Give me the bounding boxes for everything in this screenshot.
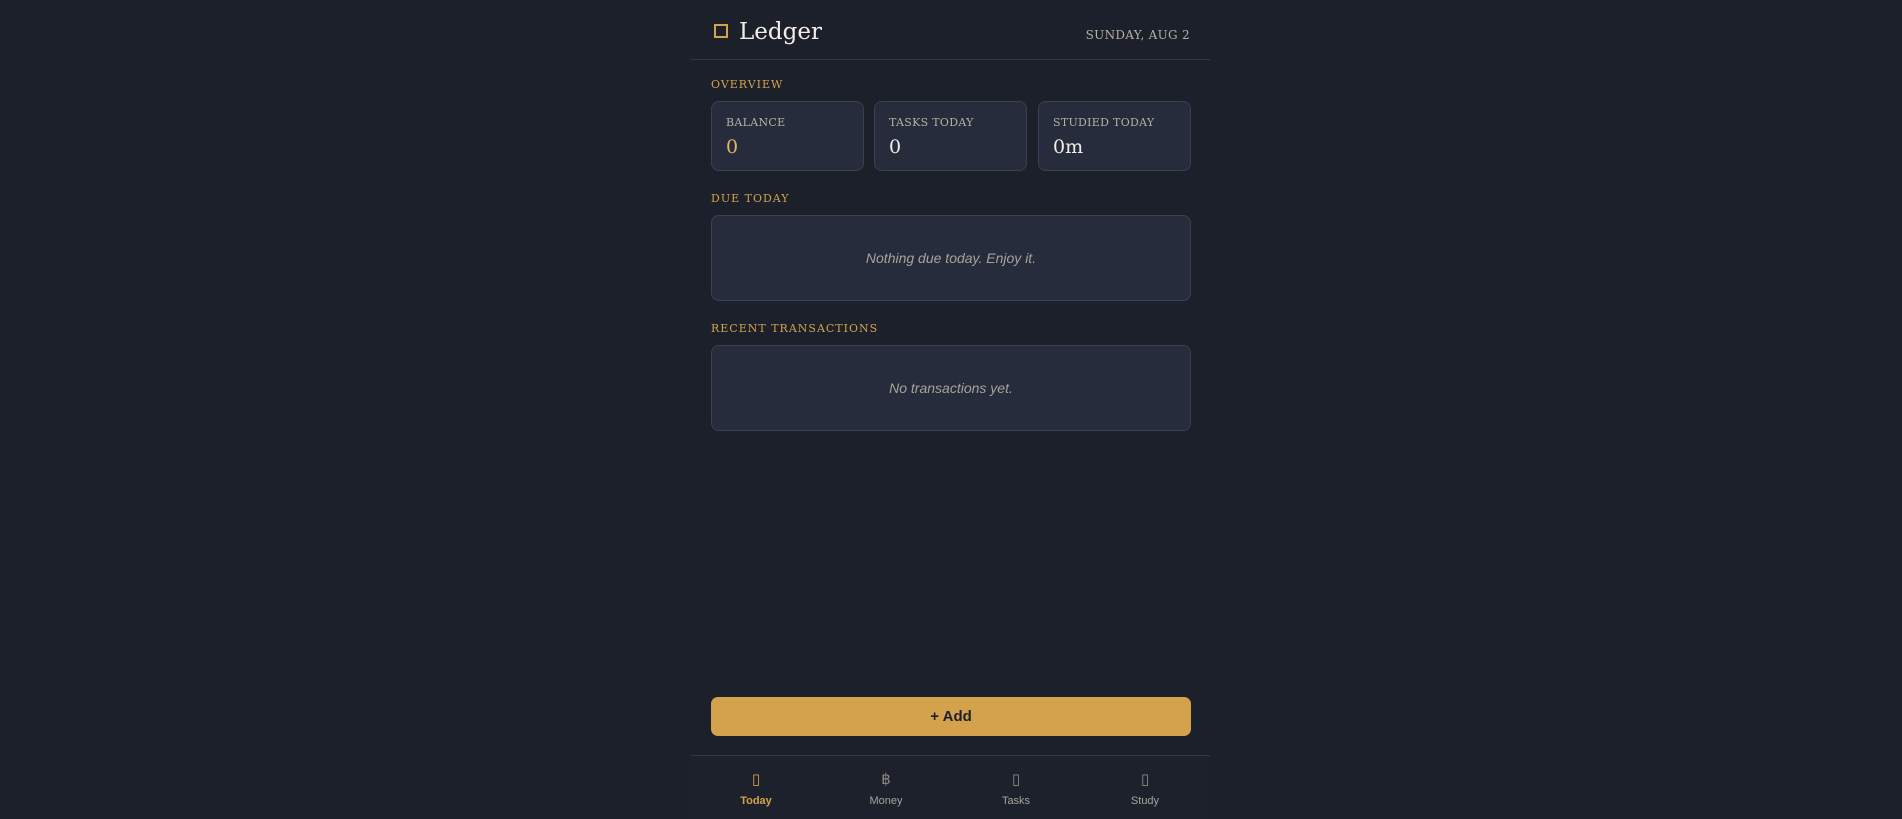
overview-heading: OVERVIEW [711,78,784,91]
due-today-empty-message: Nothing due today. Enjoy it. [865,250,1037,266]
currency-icon: ฿ [881,770,891,788]
recent-transactions-heading: RECENT TRANSACTIONS [711,322,879,335]
bottom-nav: ▯ Today ฿ Money ▯ Tasks ▯ Study [691,755,1210,819]
logo-square-icon [714,24,728,38]
add-button[interactable]: + Add [711,697,1191,736]
recent-transactions-panel: No transactions yet. [711,345,1191,431]
current-date: SUNDAY, AUG 2 [1085,28,1190,42]
stat-card-tasks-today: TASKS TODAY 0 [874,101,1027,171]
transactions-empty-message: No transactions yet. [889,380,1013,396]
nav-item-money[interactable]: ฿ Money [821,756,951,819]
app-container: Ledger SUNDAY, AUG 2 OVERVIEW BALANCE 0 … [691,0,1210,819]
nav-label: Study [1130,795,1160,807]
stat-card-studied-today: STUDIED TODAY 0m [1038,101,1191,171]
stat-label: BALANCE [726,116,786,129]
stat-value: 0 [726,136,739,158]
book-icon: ▯ [1140,770,1150,788]
stat-label: TASKS TODAY [889,116,974,129]
header: Ledger SUNDAY, AUG 2 [691,0,1210,60]
due-today-heading: DUE TODAY [711,192,790,205]
calendar-icon: ▯ [751,770,761,788]
nav-label: Today [740,795,772,807]
nav-item-study[interactable]: ▯ Study [1080,756,1210,819]
nav-label: Tasks [1001,795,1031,807]
nav-label: Money [869,795,903,807]
due-today-panel: Nothing due today. Enjoy it. [711,215,1191,301]
stat-value: 0 [889,136,902,158]
nav-item-tasks[interactable]: ▯ Tasks [951,756,1081,819]
stat-card-balance: BALANCE 0 [711,101,864,171]
stat-label: STUDIED TODAY [1053,116,1155,129]
app-title: Ledger [739,19,822,45]
stat-value: 0m [1053,136,1084,158]
nav-item-today[interactable]: ▯ Today [691,756,821,819]
checklist-icon: ▯ [1011,770,1021,788]
